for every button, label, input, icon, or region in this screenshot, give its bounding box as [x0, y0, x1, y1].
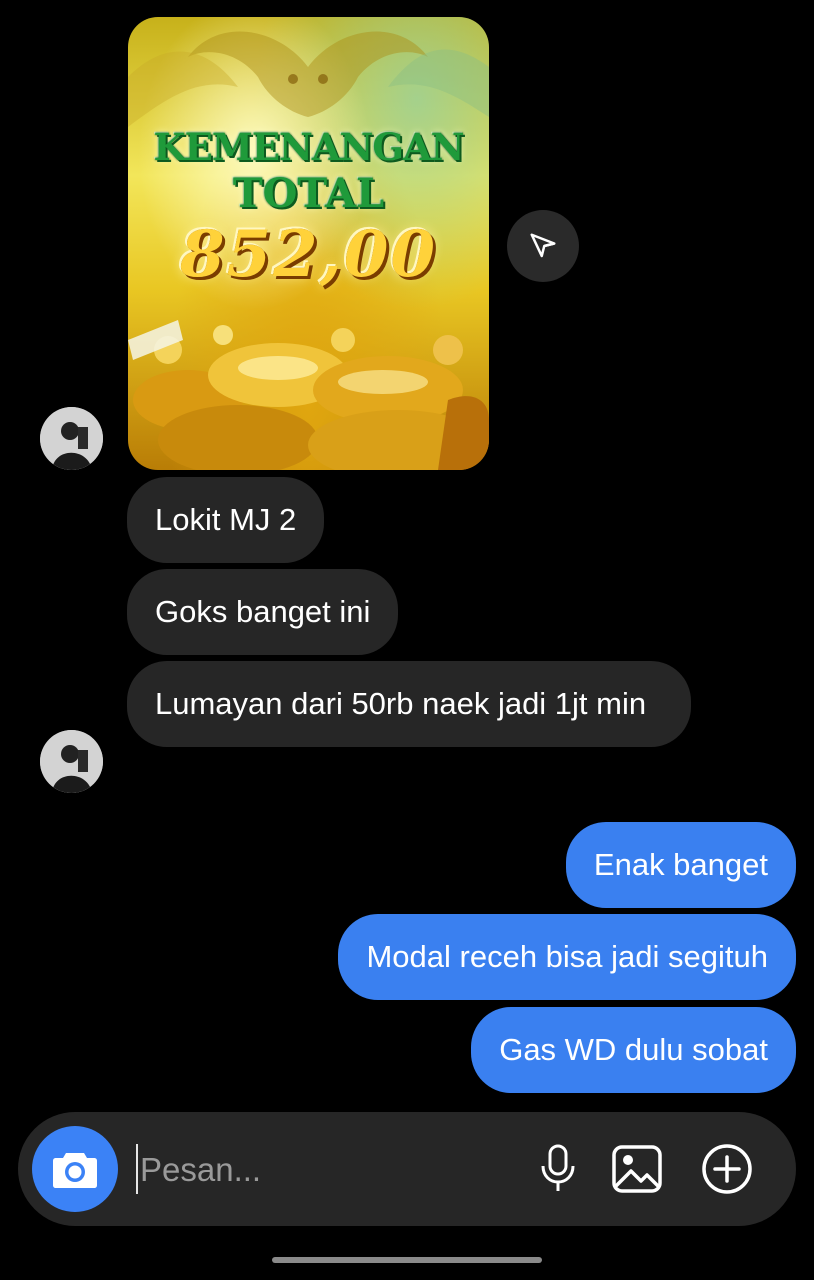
avatar[interactable]: [40, 730, 103, 793]
more-options-button[interactable]: [698, 1140, 756, 1198]
home-indicator[interactable]: [272, 1257, 542, 1263]
share-button[interactable]: [507, 210, 579, 282]
outgoing-message[interactable]: Gas WD dulu sobat: [471, 1007, 796, 1093]
microphone-button[interactable]: [529, 1140, 587, 1198]
outgoing-message[interactable]: Modal receh bisa jadi segituh: [338, 914, 796, 1000]
win-title-line1: KEMENANGAN: [153, 125, 465, 169]
microphone-icon: [541, 1144, 575, 1191]
incoming-message[interactable]: Goks banget ini: [127, 569, 399, 655]
outgoing-message[interactable]: Enak banget: [565, 822, 796, 908]
message-input[interactable]: [138, 1137, 512, 1203]
gallery-button[interactable]: [608, 1140, 666, 1198]
message-composer: [18, 1112, 796, 1226]
send-icon: [530, 233, 556, 258]
plus-circle-icon: [702, 1144, 752, 1194]
person-silhouette: [40, 730, 103, 793]
image-message[interactable]: KEMENANGAN TOTAL 852,00: [128, 17, 489, 470]
win-title-line2: TOTAL: [232, 170, 385, 217]
camera-button[interactable]: [32, 1126, 118, 1212]
gold-coins-artwork: [128, 320, 489, 470]
avatar[interactable]: [40, 407, 103, 470]
incoming-message[interactable]: Lokit MJ 2: [127, 477, 325, 563]
incoming-message[interactable]: Lumayan dari 50rb naek jadi 1jt min: [127, 661, 691, 747]
image-icon: [612, 1145, 662, 1193]
camera-icon: [53, 1153, 97, 1188]
person-silhouette: [40, 407, 103, 470]
